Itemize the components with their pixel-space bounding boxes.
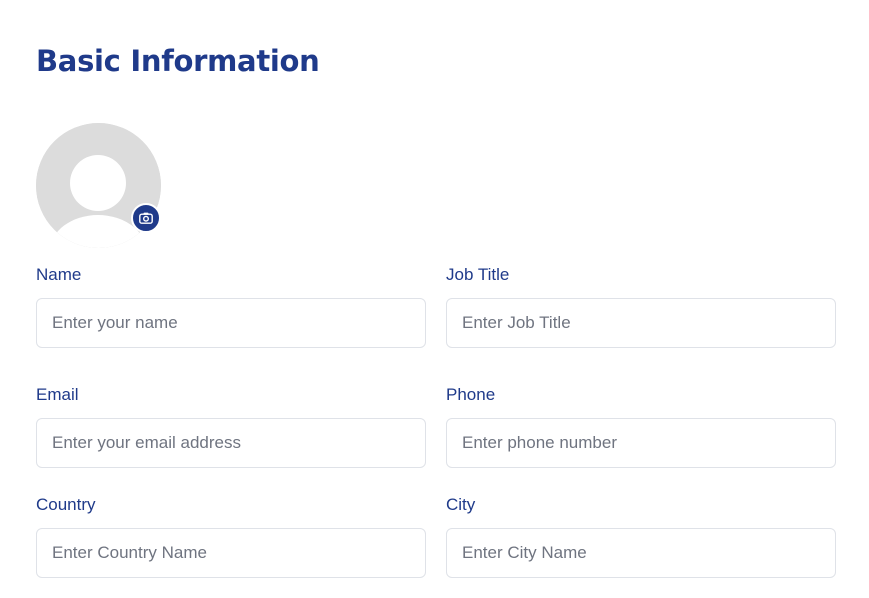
email-input[interactable] xyxy=(36,418,426,468)
country-input[interactable] xyxy=(36,528,426,578)
city-input[interactable] xyxy=(446,528,836,578)
page-title: Basic Information xyxy=(36,44,320,78)
upload-photo-button[interactable] xyxy=(131,203,161,233)
name-label: Name xyxy=(36,265,82,284)
camera-icon xyxy=(139,212,153,224)
job-title-input[interactable] xyxy=(446,298,836,348)
email-label: Email xyxy=(36,385,79,404)
phone-input[interactable] xyxy=(446,418,836,468)
name-input[interactable] xyxy=(36,298,426,348)
country-label: Country xyxy=(36,495,96,514)
city-label: City xyxy=(446,495,476,514)
phone-label: Phone xyxy=(446,385,496,404)
job-title-label: Job Title xyxy=(446,265,510,284)
